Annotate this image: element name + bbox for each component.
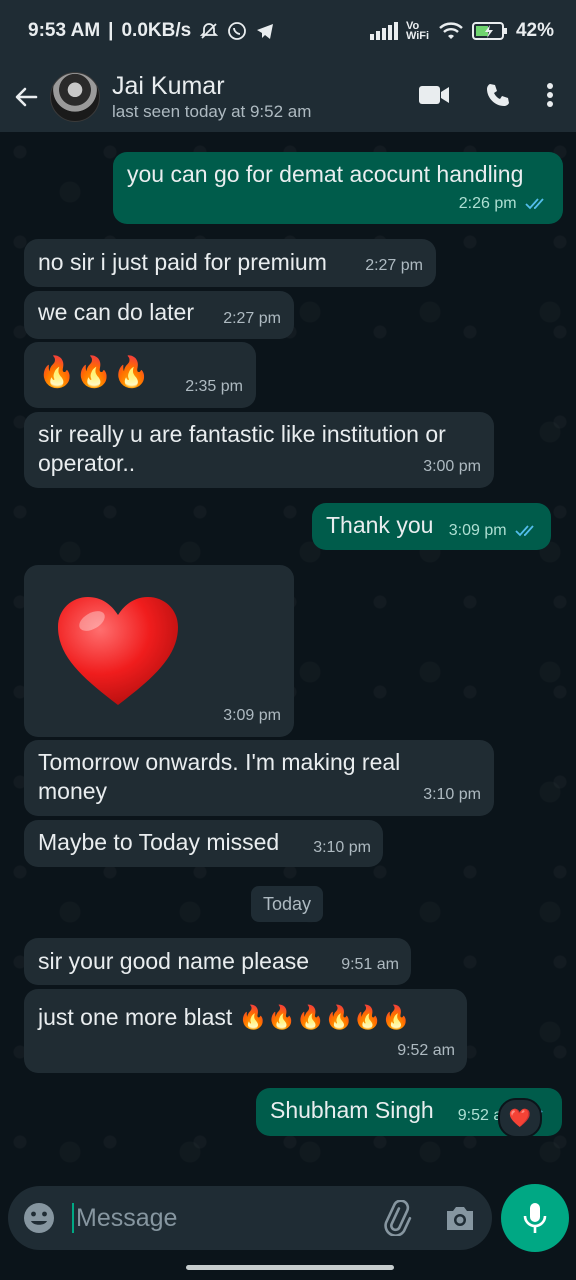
back-arrow-icon: [15, 87, 38, 107]
kebab-menu-icon: [547, 82, 553, 107]
message-time: 2:27 pm: [223, 310, 281, 327]
battery-percent: 42%: [515, 20, 554, 41]
message-time: 2:26 pm: [458, 195, 517, 212]
phone-icon: [487, 83, 509, 106]
volte-wifi-label: Vo WiFi: [405, 20, 430, 42]
paperclip-icon[interactable]: [378, 1200, 414, 1236]
voice-call-button[interactable]: [484, 81, 512, 114]
heart-sticker-icon: [58, 597, 178, 705]
message-input[interactable]: Message: [72, 1203, 378, 1233]
battery-icon: [471, 21, 508, 41]
message-time: 3:10 pm: [423, 786, 481, 803]
message-incoming[interactable]: just one more blast 🔥🔥🔥🔥🔥🔥 9:52 am: [24, 989, 467, 1073]
status-time: 9:53 AM: [28, 20, 101, 41]
message-time: 3:09 pm: [223, 707, 281, 724]
message-time: 3:10 pm: [313, 839, 371, 856]
reaction-badge[interactable]: ❤️: [498, 1098, 542, 1138]
emoji-icon[interactable]: [22, 1201, 56, 1235]
reaction-emoji: ❤️: [508, 1107, 532, 1128]
message-time: 9:51 am: [341, 956, 399, 973]
contact-name: Jai Kumar: [112, 72, 225, 100]
microphone-icon: [523, 1203, 547, 1233]
message-text: Tomorrow onwards. I'm making real money: [38, 749, 401, 804]
chat-area[interactable]: you can go for demat acocunt handling 2:…: [0, 132, 576, 1180]
more-options-button[interactable]: [546, 82, 554, 113]
message-incoming[interactable]: no sir i just paid for premium 2:27 pm: [24, 239, 436, 287]
message-incoming[interactable]: sir your good name please 9:51 am: [24, 938, 411, 985]
whatsapp-icon: [227, 21, 247, 41]
message-incoming[interactable]: Maybe to Today missed 3:10 pm: [24, 820, 383, 867]
message-composer: Message: [8, 1186, 492, 1250]
signal-icon: [369, 22, 398, 40]
home-indicator[interactable]: [186, 1265, 394, 1270]
message-incoming[interactable]: ❤ 3:09 pm: [24, 565, 294, 737]
message-incoming[interactable]: sir really u are fantastic like institut…: [24, 412, 494, 488]
last-seen: last seen today at 9:52 am: [112, 102, 312, 121]
mute-notification-icon: [199, 21, 219, 41]
camera-icon[interactable]: [444, 1202, 476, 1234]
read-ticks-icon: [515, 525, 534, 537]
avatar[interactable]: [50, 72, 100, 122]
message-time: 3:00 pm: [423, 458, 481, 475]
video-camera-icon: [419, 85, 449, 104]
date-divider: Today: [251, 886, 323, 922]
network-speed: 0.0KB/s: [121, 20, 192, 41]
read-ticks-icon: [525, 198, 544, 210]
telegram-icon: [255, 21, 275, 41]
message-text: you can go for demat acocunt handling: [127, 161, 524, 187]
status-bar: 9:53 AM | 0.0KB/s Vo WiFi 42%: [0, 0, 576, 62]
message-time: 2:27 pm: [365, 257, 423, 274]
voice-message-button[interactable]: [501, 1184, 569, 1252]
message-time: 3:09 pm: [448, 522, 507, 539]
video-call-button[interactable]: [418, 84, 450, 111]
message-text: sir really u are fantastic like institut…: [38, 421, 446, 476]
message-time: 2:35 pm: [185, 378, 243, 395]
contact-info[interactable]: Jai Kumar last seen today at 9:52 am: [112, 71, 418, 123]
message-outgoing[interactable]: you can go for demat acocunt handling 2:…: [113, 152, 563, 224]
chat-header: Jai Kumar last seen today at 9:52 am: [0, 62, 576, 132]
message-outgoing[interactable]: Thank you 3:09 pm: [312, 503, 551, 550]
message-text: just one more blast 🔥🔥🔥🔥🔥🔥: [38, 1004, 411, 1030]
message-time: 9:52 am: [397, 1042, 455, 1059]
message-meta: 2:26 pm: [459, 189, 549, 218]
wifi-icon: [438, 21, 464, 41]
message-incoming[interactable]: we can do later 2:27 pm: [24, 291, 294, 339]
back-button[interactable]: [4, 75, 48, 119]
message-incoming[interactable]: 🔥🔥🔥 2:35 pm: [24, 342, 256, 408]
message-meta: 3:09 pm: [449, 516, 539, 545]
message-incoming[interactable]: Tomorrow onwards. I'm making real money …: [24, 740, 494, 816]
status-separator: |: [108, 20, 114, 41]
